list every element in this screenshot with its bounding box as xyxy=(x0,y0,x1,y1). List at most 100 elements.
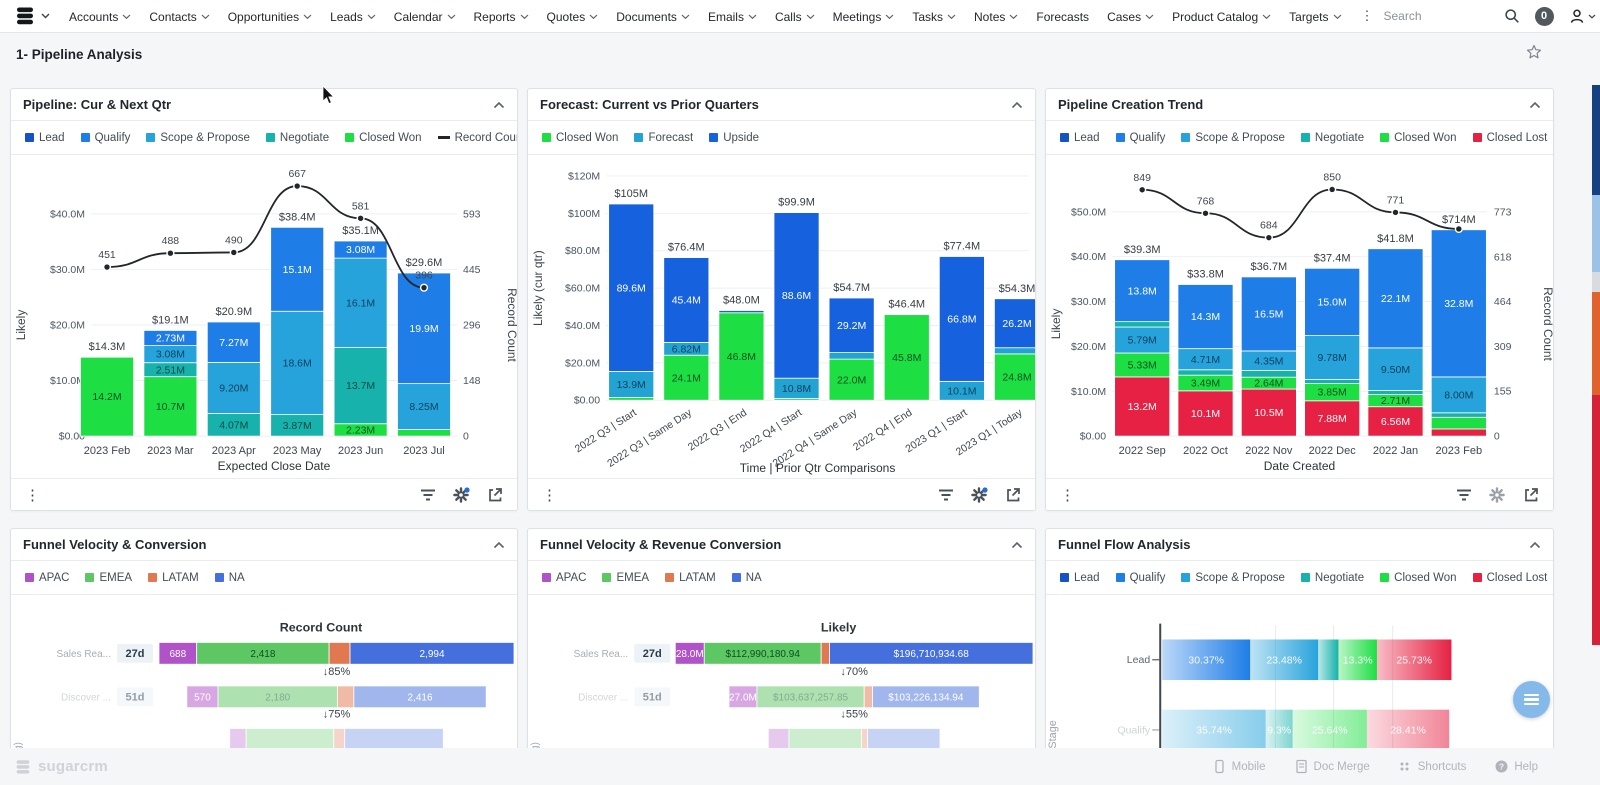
export-icon[interactable] xyxy=(487,487,503,503)
legend-item-closed-won[interactable]: Closed Won xyxy=(1380,132,1457,144)
nav-right-cluster: 0 + xyxy=(1383,6,1600,26)
chevron-down-icon xyxy=(1333,14,1341,19)
legend-item-record-count[interactable]: Record Count xyxy=(437,132,517,144)
legend-item-qualify[interactable]: Qualify xyxy=(80,132,130,144)
legend-item-latam[interactable]: LATAM xyxy=(148,572,199,584)
legend-item-lead[interactable]: Lead xyxy=(1060,132,1100,144)
nav-item-quotes[interactable]: Quotes xyxy=(538,0,608,33)
chevron-down-icon xyxy=(947,14,956,19)
filter-icon[interactable] xyxy=(1456,488,1472,502)
app-logo[interactable] xyxy=(8,6,60,26)
legend-item-closed-won[interactable]: Closed Won xyxy=(1380,572,1457,584)
legend-item-na[interactable]: NA xyxy=(731,572,762,584)
legend-item-scope-propose[interactable]: Scope & Propose xyxy=(146,132,250,144)
nav-item-emails[interactable]: Emails xyxy=(699,0,766,33)
chart-canvas: Likely Sales Rea... 27d 28.0M $112,990,180.9… xyxy=(528,596,1035,767)
collapse-chevron-up-icon[interactable] xyxy=(1011,541,1023,549)
nav-item-cases[interactable]: Cases xyxy=(1098,0,1163,33)
nav-item-accounts[interactable]: Accounts xyxy=(60,0,140,33)
nav-item-label: Emails xyxy=(707,9,744,24)
nav-item-reports[interactable]: Reports xyxy=(465,0,538,33)
search-input[interactable] xyxy=(1383,9,1489,23)
nav-item-opportunities[interactable]: Opportunities xyxy=(219,0,321,33)
nav-item-product-catalog[interactable]: Product Catalog xyxy=(1163,0,1280,33)
nav-item-contacts[interactable]: Contacts xyxy=(140,0,218,33)
svg-text:15.1M: 15.1M xyxy=(283,265,312,276)
footer-link-mobile[interactable]: Mobile xyxy=(1212,759,1266,774)
filter-icon[interactable] xyxy=(420,488,436,502)
svg-text:$10.0M: $10.0M xyxy=(1071,387,1106,398)
footer-link-shortcuts[interactable]: Shortcuts xyxy=(1398,759,1466,774)
svg-text:773: 773 xyxy=(1494,207,1512,218)
favorite-star-icon[interactable] xyxy=(1526,44,1542,65)
user-menu[interactable] xyxy=(1569,8,1596,24)
legend-label: Closed Won xyxy=(359,131,422,144)
legend-item-negotiate[interactable]: Negotiate xyxy=(1300,132,1364,144)
gear-icon[interactable] xyxy=(1489,486,1506,503)
legend-item-qualify[interactable]: Qualify xyxy=(1115,572,1165,584)
svg-text:$39.3M: $39.3M xyxy=(1124,244,1161,256)
floating-menu-button[interactable] xyxy=(1513,681,1550,718)
legend-item-forecast[interactable]: Forecast xyxy=(634,132,693,144)
legend-item-apac[interactable]: APAC xyxy=(25,572,69,584)
footer-link-help[interactable]: ? Help xyxy=(1494,759,1538,774)
nav-item-notes[interactable]: Notes xyxy=(965,0,1027,33)
legend-item-upside[interactable]: Upside xyxy=(709,132,759,144)
legend-label: Closed Lost xyxy=(1486,571,1548,584)
collapse-chevron-up-icon[interactable] xyxy=(493,541,505,549)
nav-item-targets[interactable]: Targets xyxy=(1280,0,1350,33)
svg-text:↓55%: ↓55% xyxy=(840,709,868,721)
nav-item-forecasts[interactable]: Forecasts xyxy=(1027,0,1098,33)
nav-item-leads[interactable]: Leads xyxy=(321,0,385,33)
export-icon[interactable] xyxy=(1523,487,1539,503)
legend-item-negotiate[interactable]: Negotiate xyxy=(265,132,329,144)
export-icon[interactable] xyxy=(1005,487,1021,503)
gear-icon[interactable] xyxy=(453,486,470,503)
notification-badge[interactable]: 0 xyxy=(1534,6,1554,26)
nav-item-documents[interactable]: Documents xyxy=(607,0,699,33)
nav-item-calls[interactable]: Calls xyxy=(766,0,824,33)
nav-overflow-kebab-icon[interactable]: ⋮ xyxy=(1351,8,1384,24)
collapse-chevron-up-icon[interactable] xyxy=(493,101,505,109)
legend-item-emea[interactable]: EMEA xyxy=(85,572,132,584)
card-kebab-menu-icon[interactable]: ⋮ xyxy=(542,486,557,504)
nav-item-tasks[interactable]: Tasks xyxy=(903,0,965,33)
gear-icon[interactable] xyxy=(971,486,988,503)
legend-item-qualify[interactable]: Qualify xyxy=(1115,132,1165,144)
legend-swatch xyxy=(1300,573,1310,582)
legend-item-closed-lost[interactable]: Closed Lost xyxy=(1472,571,1548,584)
legend-item-negotiate[interactable]: Negotiate xyxy=(1300,572,1364,584)
legend-item-lead[interactable]: Lead xyxy=(1060,572,1100,584)
legend-item-scope-propose[interactable]: Scope & Propose xyxy=(1181,572,1285,584)
collapse-chevron-up-icon[interactable] xyxy=(1011,101,1023,109)
legend-item-na[interactable]: NA xyxy=(214,572,245,584)
collapse-chevron-up-icon[interactable] xyxy=(1529,541,1541,549)
nav-item-label: Opportunities xyxy=(227,9,300,24)
legend-item-closed-won[interactable]: Closed Won xyxy=(345,131,422,144)
nav-item-label: Meetings xyxy=(832,9,882,24)
legend-item-closed-lost[interactable]: Closed Lost xyxy=(1472,132,1547,144)
legend-item-scope-propose[interactable]: Scope & Propose xyxy=(1181,132,1285,144)
svg-text:6.82M: 6.82M xyxy=(672,344,701,355)
chart-legend: APAC EMEA LATAM NA xyxy=(528,561,1035,595)
footer-link-doc-merge[interactable]: Doc Merge xyxy=(1294,759,1370,774)
legend-item-latam[interactable]: LATAM xyxy=(665,572,716,584)
footer-links: Mobile Doc Merge Shortcuts ? Help xyxy=(1212,759,1538,774)
chart-card-funnel-velocity-revenue-conversion: Funnel Velocity & Revenue Conversion APAC… xyxy=(527,528,1036,768)
legend-item-closed-won[interactable]: Closed Won xyxy=(542,132,618,144)
collapse-chevron-up-icon[interactable] xyxy=(1529,101,1541,109)
nav-item-calendar[interactable]: Calendar xyxy=(385,0,465,33)
svg-text:$29.6M: $29.6M xyxy=(406,257,443,269)
filter-icon[interactable] xyxy=(938,488,954,502)
legend-item-lead[interactable]: Lead xyxy=(25,132,65,144)
legend-item-apac[interactable]: APAC xyxy=(542,572,586,584)
chevron-down-icon xyxy=(589,14,598,19)
card-kebab-menu-icon[interactable]: ⋮ xyxy=(1060,486,1075,504)
nav-item-meetings[interactable]: Meetings xyxy=(824,0,904,33)
nav-item-label: Notes xyxy=(974,9,1006,24)
svg-text:$19.1M: $19.1M xyxy=(152,314,189,326)
search-icon[interactable] xyxy=(1504,8,1520,24)
mobile-icon xyxy=(1214,759,1224,774)
legend-item-emea[interactable]: EMEA xyxy=(602,572,649,584)
card-kebab-menu-icon[interactable]: ⋮ xyxy=(25,486,40,504)
